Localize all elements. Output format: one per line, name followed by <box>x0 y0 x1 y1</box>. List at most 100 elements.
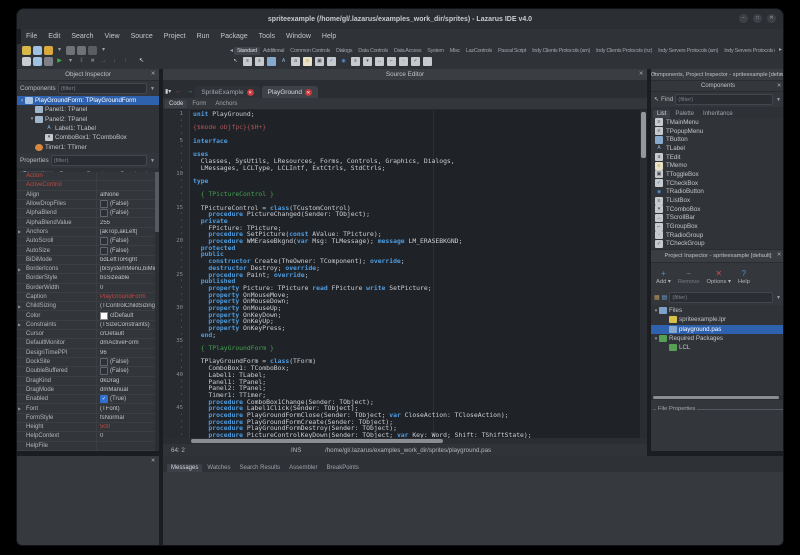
property-row[interactable]: DragKind dkDrag <box>17 376 159 386</box>
build-mode-icon[interactable] <box>88 46 97 55</box>
object-inspector-close-icon[interactable]: ✕ <box>149 70 157 78</box>
palette-tab-indy-clients-protocols-nz[interactable]: Indy Clients Protocols (nz) <box>593 47 655 55</box>
property-row[interactable]: Action <box>17 172 159 182</box>
component-item-tlistbox[interactable]: ≡ TListBox <box>651 196 783 205</box>
component-label1-tlabel[interactable]: A Label1: TLabel <box>17 124 159 133</box>
component-item-tradiogroup[interactable]: ◦ TRadioGroup <box>651 231 783 240</box>
tbutton-icon[interactable] <box>267 57 276 66</box>
tab-assembler[interactable]: Assembler <box>285 464 321 472</box>
property-row[interactable]: ▶ BorderIcons [biSystemMenu,biMinimize,bi <box>17 264 159 275</box>
palette-tab-system[interactable]: System <box>424 47 447 55</box>
property-value[interactable]: (False) <box>97 246 159 255</box>
component-item-tpopupmenu[interactable]: ≡ TPopupMenu <box>651 127 783 136</box>
property-value[interactable]: (TFont) <box>97 406 159 412</box>
checkbox-icon[interactable] <box>100 237 108 246</box>
property-row[interactable]: DoubleBuffered (False) <box>17 367 159 377</box>
source-editor-close-icon[interactable]: ✕ <box>637 70 645 78</box>
open-icon[interactable] <box>44 46 53 55</box>
palette-tab-data-controls[interactable]: Data Controls <box>355 47 391 55</box>
tscrollbar-icon[interactable]: ↔ <box>375 57 384 66</box>
collapse-all-icon[interactable]: ▦ <box>654 294 660 301</box>
step-into-icon[interactable]: ↓ <box>110 57 119 66</box>
filter-funnel-icon[interactable]: ▼ <box>775 295 782 301</box>
toggle-form-unit-icon[interactable] <box>44 57 53 66</box>
pause-icon[interactable]: ‖ <box>77 57 86 66</box>
step-over-icon[interactable]: → <box>99 57 108 66</box>
palette-tab-indy-clients-protocols-am[interactable]: Indy Clients Protocols (am) <box>529 47 593 55</box>
property-row[interactable]: DragMode dmManual <box>17 385 159 396</box>
project-files[interactable]: ▾ Files <box>651 306 783 315</box>
step-out-icon[interactable]: ↑ <box>121 57 130 66</box>
palette-tab-dialogs[interactable]: Dialogs <box>333 47 355 55</box>
property-value[interactable]: fsNormal <box>97 415 159 421</box>
component-item-tmemo[interactable]: ≡ TMemo <box>651 161 783 170</box>
component-panel1-tpanel[interactable]: Panel1: TPanel <box>17 105 159 114</box>
tab-inheritance[interactable]: Inheritance <box>699 110 737 118</box>
component-item-tcheckgroup[interactable]: ✓ TCheckGroup <box>651 239 783 249</box>
property-row[interactable]: ▶ Constraints (TSizeConstraints) <box>17 320 159 331</box>
view-forms-icon[interactable] <box>33 57 42 66</box>
view-tab-code[interactable]: Code <box>165 99 188 108</box>
tab-palette[interactable]: Palette <box>671 110 698 118</box>
checkbox-icon[interactable]: ✓ <box>100 395 108 404</box>
tab-search-results[interactable]: Search Results <box>235 464 284 472</box>
property-value[interactable]: (False) <box>97 209 159 218</box>
code-area[interactable]: 1 unit PlayGround; · · {$mode objfpc}{$H+} · 5… <box>163 110 647 438</box>
property-row[interactable]: Enabled ✓ (True) <box>17 395 159 405</box>
ttogglebox-icon[interactable]: ▣ <box>315 57 324 66</box>
property-row[interactable]: Caption PlayGroundForm <box>17 292 159 303</box>
property-value[interactable]: dkDrag <box>97 378 159 384</box>
checkbox-icon[interactable] <box>100 209 108 218</box>
palette-tab-additional[interactable]: Additional <box>260 47 287 55</box>
components-filter-input[interactable] <box>57 83 148 94</box>
property-grid-scrollbar[interactable] <box>155 172 159 451</box>
pointer-icon[interactable]: ↖ <box>137 57 146 66</box>
project-lcl[interactable]: LCL <box>651 343 783 352</box>
property-row[interactable]: HelpFile <box>17 441 159 451</box>
property-row[interactable]: ▶ Anchors [akTop,akLeft] <box>17 227 159 238</box>
property-grid[interactable]: Action ActiveControl Align alNone AllowDropF… <box>17 172 159 451</box>
palette-tab-pascal-script[interactable]: Pascal Script <box>495 47 529 55</box>
project-tree[interactable]: ▾ Files spriteexample.lpr playground.pas ▾ Re… <box>651 305 783 395</box>
property-value[interactable]: (False) <box>97 358 159 367</box>
property-value[interactable]: ✓ (True) <box>97 395 159 404</box>
tmainmenu-icon[interactable]: ≡ <box>243 57 252 66</box>
palette-tab-common-controls[interactable]: Common Controls <box>287 47 333 55</box>
project-spriteexample-lpr[interactable]: spriteexample.lpr <box>651 315 783 324</box>
dock-prev-icon[interactable]: ◂ <box>653 71 656 77</box>
palette-scroll-right-icon[interactable]: ▸ <box>779 46 782 53</box>
help-button[interactable]: ? Help <box>738 269 750 285</box>
property-value[interactable]: (TSizeConstraints) <box>97 322 159 328</box>
component-playgroundform-tplaygroundform[interactable]: ▾ PlayGroundForm: TPlayGroundForm <box>17 96 159 106</box>
expand-icon[interactable]: ▶ <box>18 229 21 234</box>
open-dropdown-icon[interactable]: ▾ <box>55 46 64 55</box>
property-value[interactable]: crDefault <box>97 331 159 337</box>
components-list[interactable]: ≡ TMainMenu ≡ TPopupMenu TButton A TLabel a TEdi… <box>651 118 783 249</box>
project-playground-pas[interactable]: playground.pas <box>651 324 783 334</box>
filter-funnel-icon[interactable]: ▼ <box>149 158 156 164</box>
property-value[interactable]: [biSystemMenu,biMinimize,bi <box>97 266 159 272</box>
editor-tab-spriteexample[interactable]: SpriteExample ✕ <box>195 86 260 98</box>
maximize-icon[interactable]: □ <box>753 14 762 23</box>
project-inspector-header[interactable]: Project Inspector - spriteexample [defau… <box>651 249 783 263</box>
jump-back-icon[interactable]: ← <box>175 88 182 95</box>
tab-close-icon[interactable]: ✕ <box>304 88 312 96</box>
build-mode-dropdown-icon[interactable]: ▾ <box>99 46 108 55</box>
minimize-icon[interactable]: − <box>739 14 748 23</box>
property-value[interactable]: (False) <box>97 367 159 376</box>
property-row[interactable]: ActiveControl <box>17 181 159 191</box>
menu-help[interactable]: Help <box>317 31 341 42</box>
tcheckgroup-icon[interactable]: ✓ <box>411 57 420 66</box>
property-value[interactable]: dmActiveForm <box>97 340 159 346</box>
jump-forward-icon[interactable]: → <box>186 88 193 95</box>
expand-icon[interactable]: ▶ <box>18 322 21 327</box>
pane-close-icon[interactable]: ✕ <box>149 457 157 465</box>
filter-funnel-icon[interactable]: ▼ <box>149 86 156 92</box>
view-units-icon[interactable] <box>22 57 31 66</box>
component-item-tmainmenu[interactable]: ≡ TMainMenu <box>651 118 783 127</box>
component-item-tgroupbox[interactable]: ⌐ TGroupBox <box>651 222 783 231</box>
property-row[interactable]: Cursor crDefault <box>17 330 159 340</box>
tedit-icon[interactable]: a <box>291 57 300 66</box>
property-value[interactable]: [akTop,akLeft] <box>97 229 159 235</box>
component-combobox1-tcombobox[interactable]: ▾ ComboBox1: TComboBox <box>17 133 159 142</box>
